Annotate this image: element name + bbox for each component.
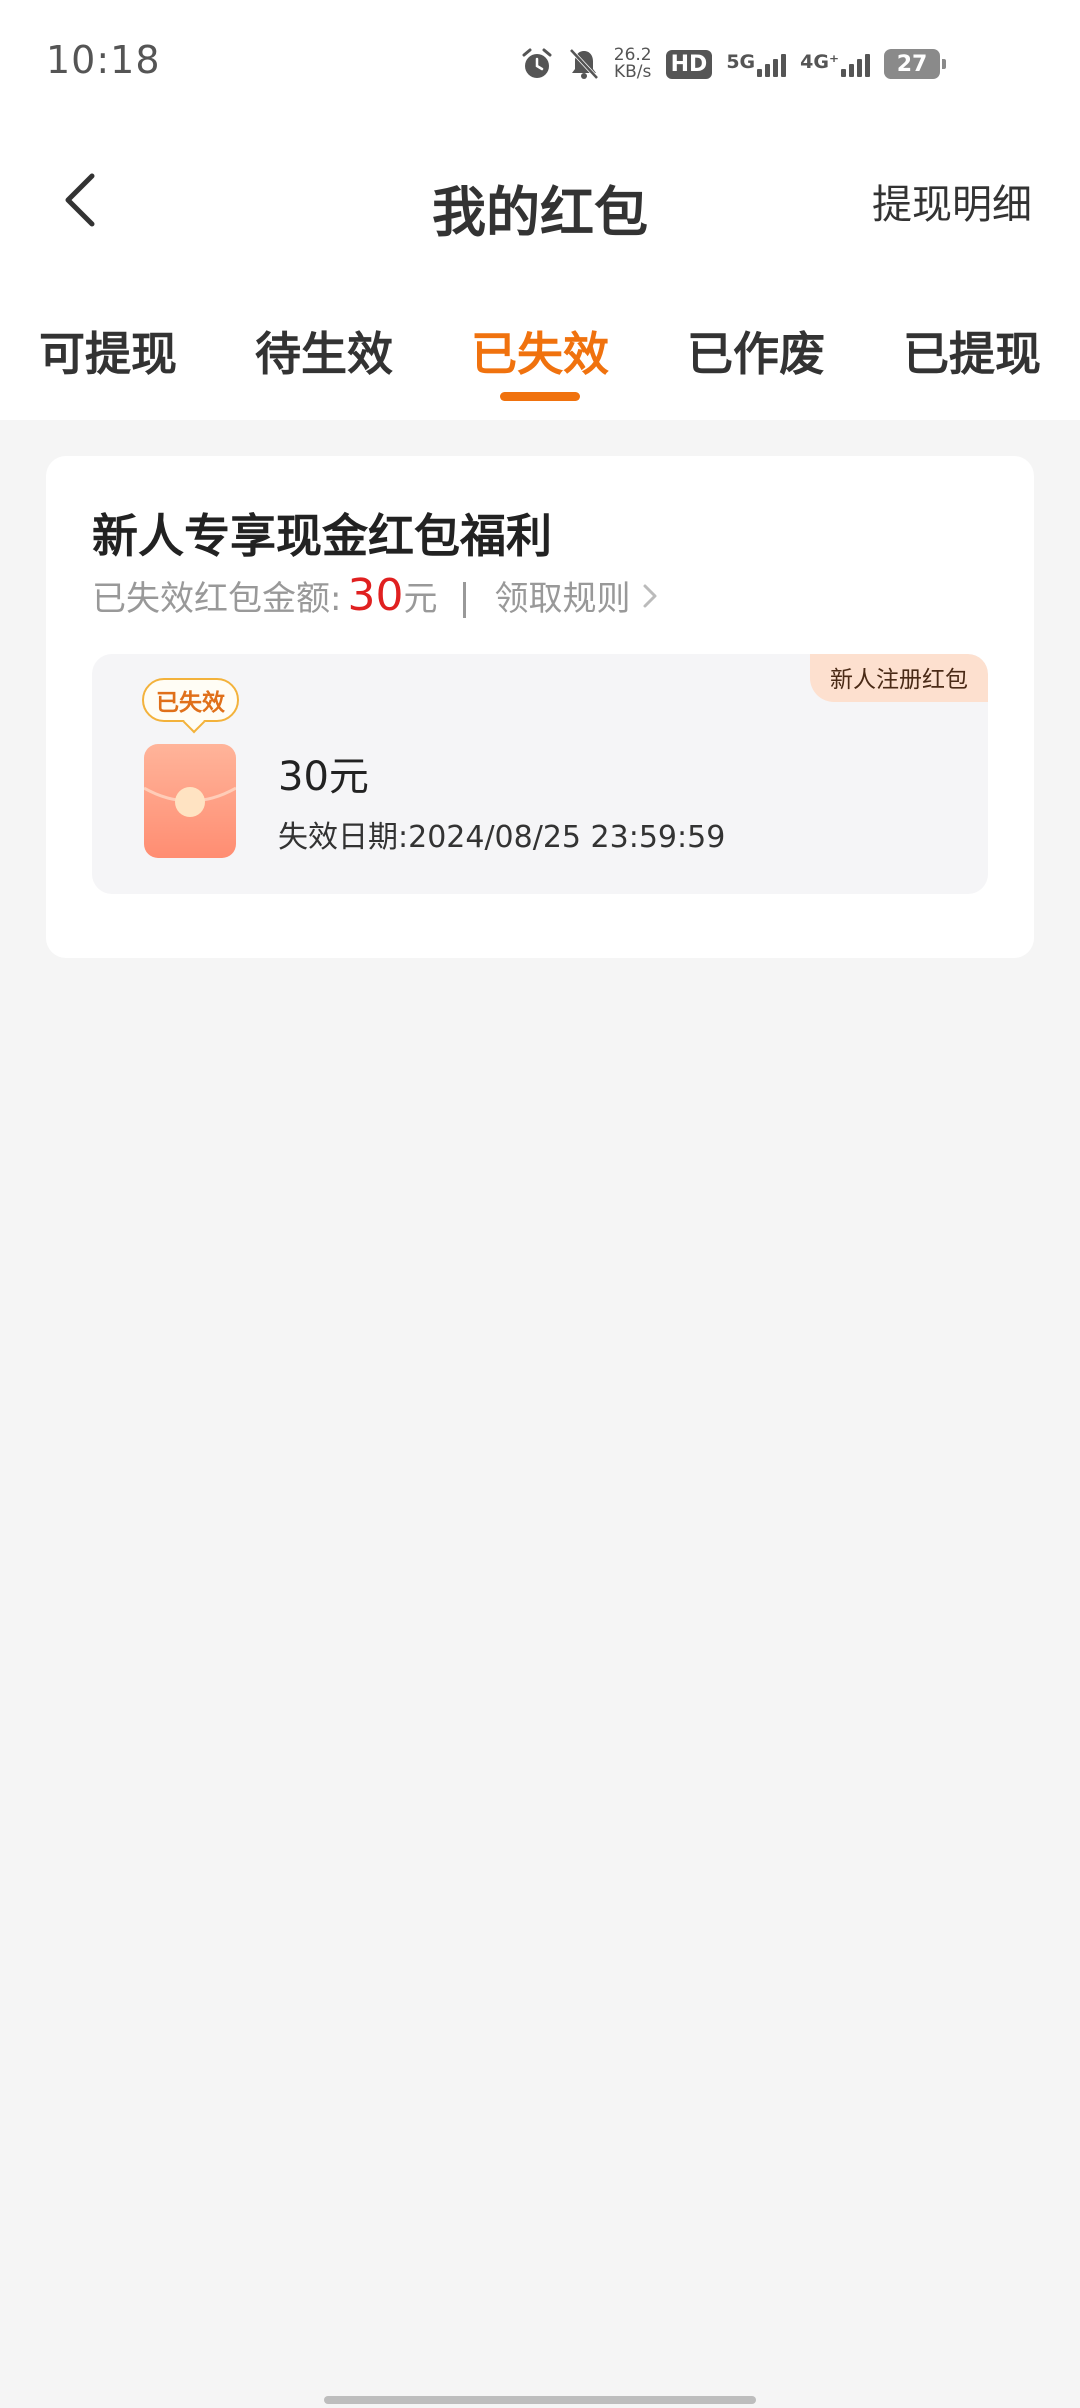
mute-icon (569, 48, 599, 80)
home-indicator[interactable] (324, 2396, 756, 2404)
card-title: 新人专享现金红包福利 (92, 509, 552, 563)
red-packet-item[interactable]: 新人注册红包 已失效 30元 失效日期:2024/08/25 23:59:59 (92, 654, 988, 894)
tab-withdrawn[interactable]: 已提现 (872, 318, 1072, 384)
status-bar: 10:18 26.2 KB/s HD 5G 4G⁺ 27 (0, 0, 1080, 125)
tab-withdrawable[interactable]: 可提现 (8, 318, 208, 384)
sim1-label: 5G (726, 51, 756, 73)
item-amount: 30元 (278, 754, 369, 800)
rules-link[interactable]: 领取规则 (494, 571, 658, 620)
net-speed-unit: KB/s (613, 62, 652, 82)
tab-active-indicator (500, 392, 580, 401)
alarm-icon (522, 48, 552, 78)
tab-expired[interactable]: 已失效 (440, 318, 640, 401)
sim2-label: 4G⁺ (800, 51, 839, 73)
item-expire-date: 失效日期:2024/08/25 23:59:59 (278, 820, 726, 855)
status-icons: 26.2 KB/s HD 5G 4G⁺ 27 (520, 44, 946, 84)
red-envelope-icon (144, 744, 236, 858)
summary-label: 已失效红包金额: (92, 579, 342, 619)
status-time: 10:18 (46, 38, 161, 82)
red-packet-card: 新人专享现金红包福利 已失效红包金额: 30 元 领取规则 新人注册红包 已失效 (46, 456, 1034, 958)
summary-amount: 30 (347, 570, 404, 621)
tab-label: 已失效 (471, 327, 609, 381)
tab-label: 已提现 (903, 327, 1041, 381)
expired-amount-summary: 已失效红包金额: 30 元 领取规则 (92, 570, 658, 630)
summary-unit: 元 (403, 579, 438, 619)
chevron-right-icon (643, 584, 657, 607)
signal-4g-icon: 4G⁺ (800, 51, 870, 77)
tab-label: 可提现 (39, 327, 177, 381)
net-speed: 26.2 KB/s (614, 47, 652, 81)
battery-icon: 27 (884, 49, 946, 79)
expired-status-badge: 已失效 (142, 678, 239, 722)
summary-divider (463, 582, 467, 618)
tab-bar: 可提现 待生效 已失效 已作废 已提现 (0, 318, 1080, 408)
tab-voided[interactable]: 已作废 (656, 318, 856, 384)
tab-label: 已作废 (687, 327, 825, 381)
signal-5g-icon: 5G (726, 51, 787, 77)
hd-icon: HD (665, 49, 713, 79)
battery-level: 27 (896, 51, 928, 77)
header: 我的红包 提现明细 (0, 150, 1080, 250)
tab-pending[interactable]: 待生效 (224, 318, 424, 384)
tab-label: 待生效 (255, 327, 393, 381)
rules-label: 领取规则 (494, 579, 631, 619)
new-user-tag: 新人注册红包 (810, 654, 988, 702)
withdraw-details-link[interactable]: 提现明细 (872, 172, 1032, 230)
